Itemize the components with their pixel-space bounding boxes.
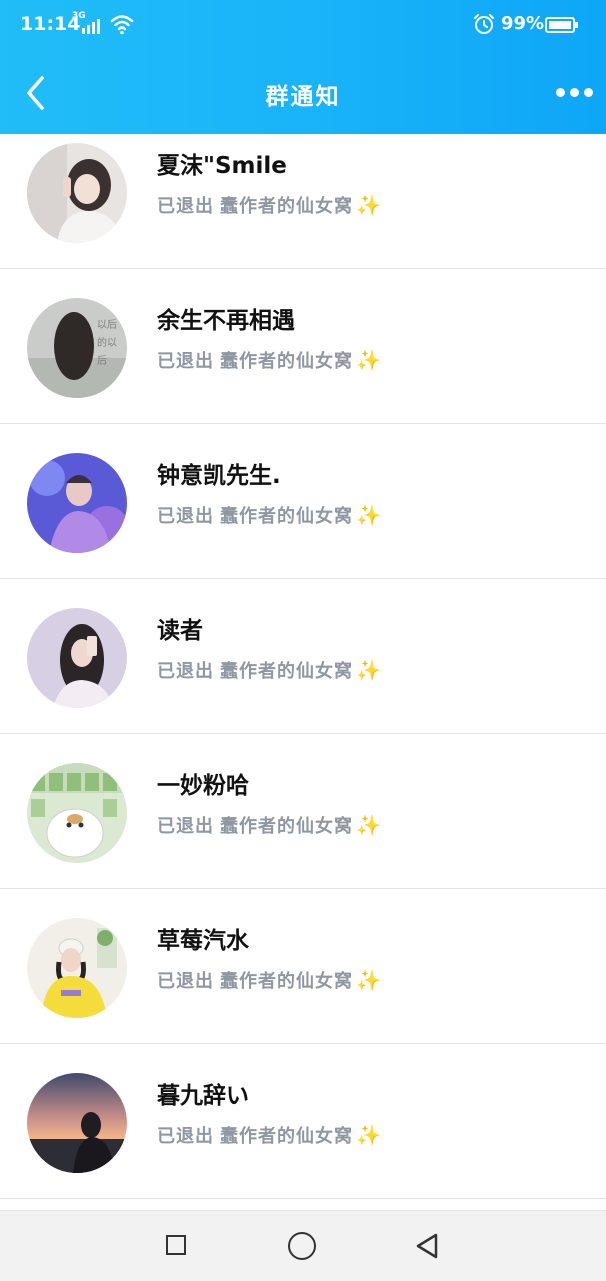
- sparkle-icon: ✨: [356, 348, 382, 372]
- status-action: 已退出: [157, 1126, 214, 1147]
- member-status: 已退出 蠢作者的仙女窝 ✨: [157, 812, 382, 838]
- avatar[interactable]: [27, 453, 127, 553]
- sparkle-icon: ✨: [356, 1123, 382, 1147]
- status-action: 已退出: [157, 351, 214, 372]
- member-name: 余生不再相遇: [157, 308, 295, 334]
- system-nav-bar: [0, 1210, 606, 1281]
- list-item[interactable]: 夏沫"Smile 已退出 蠢作者的仙女窝 ✨: [0, 134, 606, 269]
- member-name: 暮九辞い: [157, 1083, 249, 1109]
- member-status: 已退出 蠢作者的仙女窝 ✨: [157, 657, 382, 683]
- group-name: 蠢作者的仙女窝: [220, 661, 353, 682]
- square-icon[interactable]: [166, 1235, 186, 1255]
- member-name: 一妙粉哈: [157, 773, 249, 799]
- list-item[interactable]: 以后 的以 后 余生不再相遇 已退出 蠢作者的仙女窝 ✨: [0, 270, 606, 424]
- battery-icon: [545, 17, 578, 33]
- member-status: 已退出 蠢作者的仙女窝 ✨: [157, 967, 382, 993]
- avatar[interactable]: [27, 143, 127, 243]
- sparkle-icon: ✨: [356, 968, 382, 992]
- svg-text:后: 后: [97, 355, 107, 367]
- member-name: 钟意凯先生.: [157, 463, 281, 489]
- avatar[interactable]: [27, 1073, 127, 1173]
- list-item[interactable]: 一妙粉哈 已退出 蠢作者的仙女窝 ✨: [0, 735, 606, 889]
- member-status: 已退出 蠢作者的仙女窝 ✨: [157, 502, 382, 528]
- group-name: 蠢作者的仙女窝: [220, 1126, 353, 1147]
- sparkle-icon: ✨: [356, 658, 382, 682]
- member-status: 已退出 蠢作者的仙女窝 ✨: [157, 1122, 382, 1148]
- list-item[interactable]: 暮九辞い 已退出 蠢作者的仙女窝 ✨: [0, 1045, 606, 1199]
- sparkle-icon: ✨: [356, 813, 382, 837]
- alarm-icon: [474, 14, 494, 34]
- avatar[interactable]: [27, 918, 127, 1018]
- battery-percentage: 99%: [501, 13, 545, 34]
- avatar[interactable]: [27, 608, 127, 708]
- group-name: 蠢作者的仙女窝: [220, 506, 353, 527]
- status-action: 已退出: [157, 506, 214, 527]
- group-name: 蠢作者的仙女窝: [220, 351, 353, 372]
- member-name: 夏沫"Smile: [157, 153, 287, 179]
- more-dots-icon[interactable]: [552, 82, 596, 104]
- status-action: 已退出: [157, 661, 214, 682]
- member-status: 已退出 蠢作者的仙女窝 ✨: [157, 347, 382, 373]
- group-name: 蠢作者的仙女窝: [220, 196, 353, 217]
- page-title: 群通知: [265, 84, 341, 110]
- svg-text:以后: 以后: [97, 319, 117, 331]
- avatar[interactable]: [27, 763, 127, 863]
- circle-icon[interactable]: [288, 1232, 316, 1260]
- member-name: 读者: [157, 618, 203, 644]
- signal-icon: [80, 16, 104, 34]
- list-item[interactable]: 草莓汽水 已退出 蠢作者的仙女窝 ✨: [0, 890, 606, 1044]
- avatar[interactable]: 以后 的以 后: [27, 298, 127, 398]
- member-status: 已退出 蠢作者的仙女窝 ✨: [157, 192, 382, 218]
- member-name: 草莓汽水: [157, 928, 249, 954]
- group-name: 蠢作者的仙女窝: [220, 816, 353, 837]
- group-name: 蠢作者的仙女窝: [220, 971, 353, 992]
- app-header: 11:14 3G 99% 群通知: [0, 0, 606, 134]
- status-action: 已退出: [157, 971, 214, 992]
- status-bar: 11:14 3G 99%: [0, 0, 606, 52]
- list-item[interactable]: 读者 已退出 蠢作者的仙女窝 ✨: [0, 580, 606, 734]
- sparkle-icon: ✨: [356, 193, 382, 217]
- svg-text:的以: 的以: [97, 336, 117, 349]
- list-item[interactable]: 钟意凯先生. 已退出 蠢作者的仙女窝 ✨: [0, 425, 606, 579]
- triangle-back-icon[interactable]: [414, 1231, 442, 1261]
- status-action: 已退出: [157, 816, 214, 837]
- status-action: 已退出: [157, 196, 214, 217]
- sparkle-icon: ✨: [356, 503, 382, 527]
- wifi-icon: [110, 15, 134, 35]
- notification-list[interactable]: 夏沫"Smile 已退出 蠢作者的仙女窝 ✨ 以后 的以 后 余生不再相遇 已退出蠢…: [0, 134, 606, 1210]
